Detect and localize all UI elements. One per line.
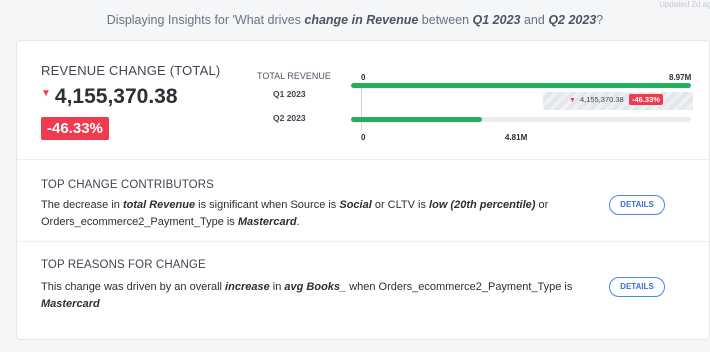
bottom-axis-end: 4.81M: [505, 133, 528, 142]
bottom-axis-start: 0: [361, 133, 366, 142]
reasons-details-button[interactable]: DETAILS: [609, 277, 665, 297]
top-axis-end: 8.97M: [669, 73, 692, 82]
comparison-legend: TOTAL REVENUE: [257, 71, 331, 81]
contributors-details-button[interactable]: DETAILS: [609, 195, 665, 215]
q1-bar[interactable]: [351, 83, 691, 88]
difference-label: ▼ 4,155,370.38: [569, 95, 624, 104]
insight-header: Displaying Insights for 'What drives cha…: [0, 0, 710, 38]
down-triangle-icon: ▼: [569, 97, 576, 104]
contributors-title: TOP CHANGE CONTRIBUTORS: [41, 179, 214, 191]
reasons-text: This change was driven by an overall inc…: [41, 281, 573, 310]
section-divider: [17, 159, 709, 160]
period-a: Q1 2023: [472, 13, 521, 27]
insight-heading: Displaying Insights for 'What drives cha…: [106, 13, 604, 27]
reasons-title: TOP REASONS FOR CHANGE: [41, 259, 206, 271]
updated-note: Updated 2d ago: [659, 0, 710, 9]
kpi-title: REVENUE CHANGE (TOTAL): [41, 63, 221, 78]
kpi-value: ▼ 4,155,370.38: [41, 85, 178, 108]
down-triangle-icon: ▼: [41, 88, 51, 99]
top-axis-start: 0: [361, 73, 366, 82]
kpi-percent-badge: -46.33%: [41, 117, 109, 140]
row-label-q2: Q2 2023: [273, 113, 306, 123]
comparison-axis-line: [361, 86, 362, 130]
contributors-text: The decrease in total Revenue is signifi…: [41, 199, 549, 228]
difference-badge: -46.33%: [629, 94, 663, 105]
metric-phrase: change in Revenue: [304, 13, 419, 27]
period-b: Q2 2023: [548, 13, 597, 27]
insight-card: REVENUE CHANGE (TOTAL) ▼ 4,155,370.38 -46…: [16, 40, 710, 340]
row-label-q1: Q1 2023: [273, 89, 306, 99]
section-divider: [17, 241, 709, 242]
q2-bar[interactable]: [351, 117, 483, 122]
